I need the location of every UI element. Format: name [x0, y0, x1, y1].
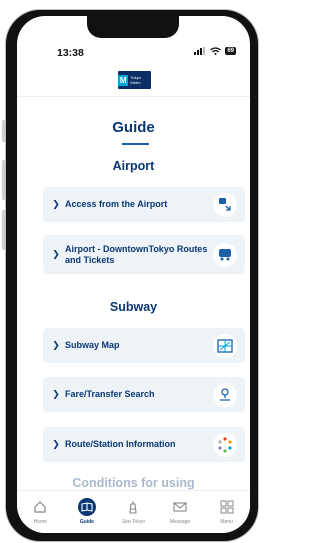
airport-access-icon	[213, 192, 237, 217]
page-title: Guide	[112, 119, 155, 136]
notch	[87, 16, 179, 38]
bottom-tab-bar: Home Guide See Tokyo Message Menu	[17, 490, 250, 533]
card-access-from-airport[interactable]: ❯ Access from the Airport	[43, 187, 245, 222]
card-subway-map[interactable]: ❯ Subway Map	[43, 328, 245, 363]
station-info-icon	[213, 432, 237, 457]
tab-see-tokyo[interactable]: See Tokyo	[110, 491, 157, 533]
metro-logo-text: Tokyo Metro	[130, 75, 141, 85]
app-screen: 13:38 69 M Tokyo Metro Guide Airport ❯ A…	[17, 16, 250, 533]
subway-map-icon	[213, 333, 237, 358]
tab-label: Message	[169, 519, 191, 525]
section-peek: Conditions for using	[72, 476, 195, 490]
bus-train-icon	[213, 242, 237, 267]
card-route-station-info[interactable]: ❯ Route/Station Information	[43, 427, 245, 462]
card-label: Airport - DowntownTokyo Routes and Ticke…	[65, 243, 208, 265]
phone-frame: 13:38 69 M Tokyo Metro Guide Airport ❯ A…	[6, 10, 258, 541]
metro-logo-mark: M	[118, 74, 129, 86]
chevron-right-icon: ❯	[52, 439, 60, 449]
chevron-right-icon: ❯	[52, 199, 60, 209]
status-bar: 13:38 69	[17, 16, 250, 59]
tab-label: Home	[33, 519, 47, 525]
battery-icon: 69	[225, 47, 236, 55]
mail-icon	[171, 498, 189, 516]
tab-menu[interactable]: Menu	[203, 491, 250, 533]
route-search-icon	[213, 382, 237, 407]
tab-guide[interactable]: Guide	[64, 491, 111, 533]
card-airport-routes-tickets[interactable]: ❯ Airport - DowntownTokyo Routes and Tic…	[43, 235, 245, 274]
wifi-icon	[210, 47, 222, 55]
card-label: Fare/Transfer Search	[65, 389, 155, 399]
header-divider	[17, 96, 250, 97]
home-icon	[31, 498, 49, 516]
section-airport: Airport	[112, 159, 155, 173]
grid-icon	[218, 498, 236, 516]
tab-label: Guide	[79, 519, 94, 525]
tab-label: See Tokyo	[121, 519, 146, 525]
tab-home[interactable]: Home	[17, 491, 64, 533]
status-time: 13:38	[57, 47, 84, 59]
card-fare-transfer-search[interactable]: ❯ Fare/Transfer Search	[43, 377, 245, 412]
signal-icon	[194, 47, 206, 55]
tokyo-metro-logo: M Tokyo Metro	[118, 71, 151, 89]
chevron-right-icon: ❯	[52, 340, 60, 350]
card-label: Subway Map	[65, 340, 120, 350]
chevron-right-icon: ❯	[52, 249, 60, 259]
tab-label: Menu	[220, 519, 233, 525]
book-icon	[77, 498, 96, 516]
section-subway: Subway	[109, 300, 158, 314]
title-underline	[122, 143, 149, 145]
tower-icon	[124, 498, 142, 516]
tab-message[interactable]: Message	[157, 491, 204, 533]
card-label: Access from the Airport	[65, 199, 168, 209]
card-label: Route/Station Information	[65, 439, 176, 449]
status-icons: 69	[194, 47, 236, 55]
chevron-right-icon: ❯	[52, 389, 60, 399]
